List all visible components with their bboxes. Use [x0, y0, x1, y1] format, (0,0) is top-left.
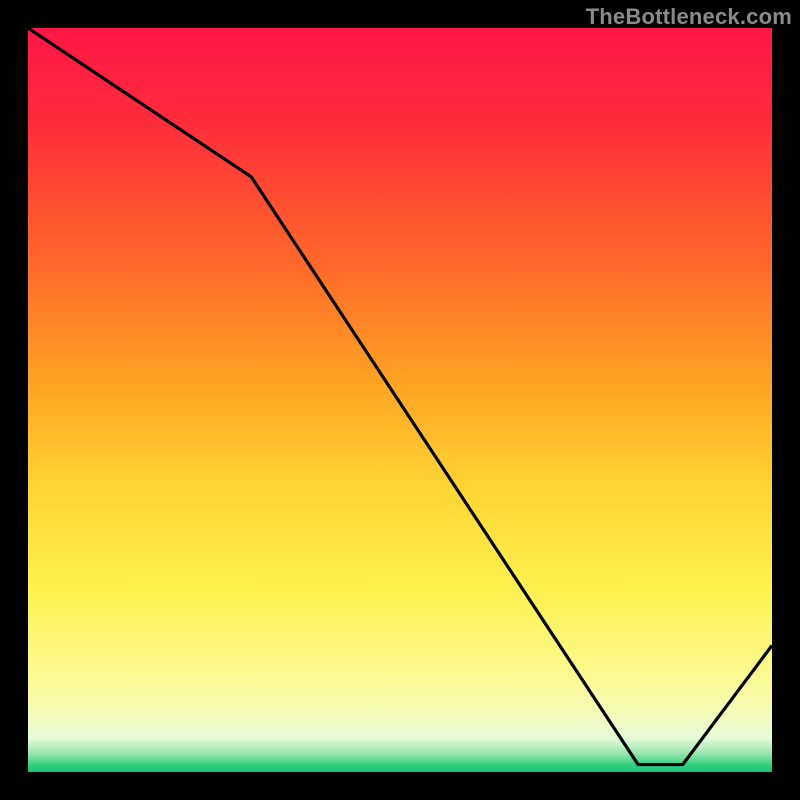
- chart-svg: [28, 28, 772, 772]
- chart-frame: TheBottleneck.com: [0, 0, 800, 800]
- watermark-text: TheBottleneck.com: [586, 4, 792, 30]
- plot-area: [28, 28, 772, 772]
